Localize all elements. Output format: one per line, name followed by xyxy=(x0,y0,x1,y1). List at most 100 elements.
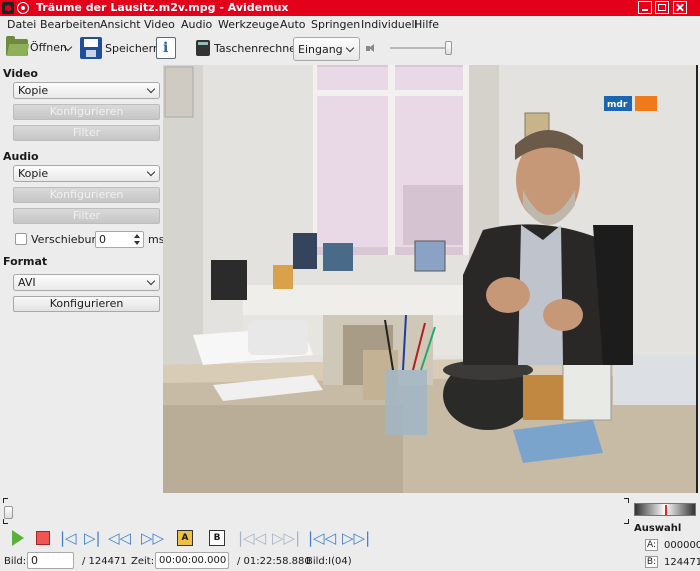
menu-bar: Datei Bearbeiten Ansicht Video Audio Wer… xyxy=(0,16,700,34)
selection-title: Auswahl xyxy=(634,523,682,534)
volume-icon[interactable] xyxy=(366,44,376,53)
frame-label: Bild: xyxy=(4,556,27,567)
prev-black-frame-icon: |◁◁ xyxy=(238,529,267,547)
menu-audio[interactable]: Audio xyxy=(181,18,212,31)
display-select[interactable]: Eingang xyxy=(293,37,360,61)
title-bar: Träume der Lausitz.m2v.mpg - Avidemux xyxy=(0,0,700,16)
window-title: Träume der Lausitz.m2v.mpg - Avidemux xyxy=(36,1,289,14)
video-codec-chevron-icon xyxy=(146,84,156,94)
frame-type: Bild:I(04) xyxy=(306,556,352,567)
audio-configure-button[interactable]: Konfigurieren xyxy=(13,187,160,203)
video-frame-image: mdr xyxy=(163,65,696,493)
app-icon[interactable] xyxy=(2,2,14,14)
menu-datei[interactable]: Datei xyxy=(7,18,36,31)
stop-icon xyxy=(36,531,50,545)
spin-down-icon[interactable] xyxy=(134,241,140,245)
goto-end-icon: ▷▷| xyxy=(342,529,371,547)
frame-input[interactable]: 0 xyxy=(27,552,74,569)
menu-individuell[interactable]: Individuell xyxy=(361,18,418,31)
prev-frame-icon: |◁ xyxy=(60,529,77,547)
selection-a-box[interactable]: A: xyxy=(645,539,658,551)
save-label[interactable]: Speichern xyxy=(105,42,160,55)
prev-frame-button[interactable]: |◁ xyxy=(60,529,77,547)
open-label: Öffnen xyxy=(30,41,67,54)
maximize-button[interactable] xyxy=(655,1,669,14)
time-total: / 01:22:58.880 xyxy=(237,556,311,567)
audio-section-title: Audio xyxy=(3,150,39,163)
video-filters-button[interactable]: Filter xyxy=(13,125,160,141)
format-select[interactable]: AVI xyxy=(13,274,160,291)
video-codec-select[interactable]: Kopie xyxy=(13,82,160,99)
audio-codec-select[interactable]: Kopie xyxy=(13,165,160,182)
channel-logo-text: mdr xyxy=(607,100,628,110)
time-input[interactable]: 00:00:00.000 xyxy=(155,552,229,569)
selection-b-value: 124471 xyxy=(664,557,700,568)
time-value: 00:00:00.000 xyxy=(159,555,227,566)
prev-black-frame-button[interactable]: |◁◁ xyxy=(238,529,266,547)
seek-bar[interactable] xyxy=(0,494,630,524)
spin-up-icon[interactable] xyxy=(134,234,140,238)
save-disk-icon[interactable] xyxy=(80,37,102,59)
menu-video[interactable]: Video xyxy=(144,18,175,31)
time-label: Zeit: xyxy=(131,556,155,567)
marker-a-icon: A xyxy=(177,530,193,546)
video-configure-button[interactable]: Konfigurieren xyxy=(13,104,160,120)
video-preview: mdr xyxy=(163,65,698,493)
next-keyframe-button[interactable]: ▷▷ xyxy=(141,529,164,547)
calculator-icon[interactable] xyxy=(196,40,210,56)
calculator-label[interactable]: Taschenrechner xyxy=(214,42,300,55)
fast-forward-icon: ▷▷ xyxy=(141,529,165,547)
shift-value: 0 xyxy=(99,233,106,246)
goto-start-icon: |◁◁ xyxy=(308,529,337,547)
volume-slider-track[interactable] xyxy=(390,47,452,49)
seek-bar-corner-bl xyxy=(3,519,8,524)
volume-slider-thumb[interactable] xyxy=(445,41,452,55)
audio-codec-chevron-icon xyxy=(146,167,156,177)
format-configure-button[interactable]: Konfigurieren xyxy=(13,296,160,312)
next-frame-button[interactable]: ▷| xyxy=(84,529,101,547)
seek-bar-corner-tl xyxy=(3,498,8,503)
video-section-title: Video xyxy=(3,67,38,80)
menu-werkzeuge[interactable]: Werkzeuge xyxy=(218,18,279,31)
video-codec-value: Kopie xyxy=(18,84,49,97)
menu-springen[interactable]: Springen xyxy=(311,18,360,31)
stop-button[interactable] xyxy=(36,529,50,547)
format-chevron-icon xyxy=(146,276,156,286)
minimize-button[interactable] xyxy=(638,1,652,14)
play-icon xyxy=(12,530,24,546)
open-folder-icon[interactable] xyxy=(6,36,28,56)
shift-spinbox[interactable]: 0 xyxy=(95,231,144,248)
prev-keyframe-button[interactable]: ◁◁ xyxy=(108,529,131,547)
properties-icon[interactable] xyxy=(156,37,176,59)
menu-bearbeiten[interactable]: Bearbeiten xyxy=(40,18,100,31)
audio-codec-value: Kopie xyxy=(18,167,49,180)
frame-value: 0 xyxy=(31,554,38,567)
goto-start-button[interactable]: |◁◁ xyxy=(308,529,336,547)
next-black-frame-button[interactable]: ▷▷| xyxy=(272,529,300,547)
display-select-value: Eingang xyxy=(298,43,343,56)
format-value: AVI xyxy=(18,276,36,289)
selection-b-box[interactable]: B: xyxy=(645,556,658,568)
close-button[interactable] xyxy=(673,1,687,14)
format-section-title: Format xyxy=(3,255,48,268)
selection-a-value: 000000 xyxy=(664,540,700,551)
seek-bar-thumb[interactable] xyxy=(4,506,13,519)
seek-bar-corner-tr xyxy=(624,498,629,503)
seek-bar-corner-br xyxy=(624,519,629,524)
next-black-frame-icon: ▷▷| xyxy=(272,529,301,547)
next-frame-icon: ▷| xyxy=(84,529,101,547)
display-select-chevron-icon xyxy=(345,43,355,53)
shift-checkbox[interactable] xyxy=(15,233,27,245)
rewind-icon: ◁◁ xyxy=(108,529,132,547)
jog-shuttle[interactable] xyxy=(634,503,696,516)
goto-end-button[interactable]: ▷▷| xyxy=(342,529,370,547)
menu-ansicht[interactable]: Ansicht xyxy=(100,18,141,31)
set-marker-a-button[interactable]: A xyxy=(177,529,193,547)
set-marker-b-button[interactable]: B xyxy=(209,529,225,547)
window-menu-icon[interactable] xyxy=(17,2,29,14)
menu-auto[interactable]: Auto xyxy=(280,18,306,31)
frame-total: / 124471 xyxy=(82,556,127,567)
menu-hilfe[interactable]: Hilfe xyxy=(414,18,439,31)
audio-filters-button[interactable]: Filter xyxy=(13,208,160,224)
play-button[interactable] xyxy=(12,529,24,547)
